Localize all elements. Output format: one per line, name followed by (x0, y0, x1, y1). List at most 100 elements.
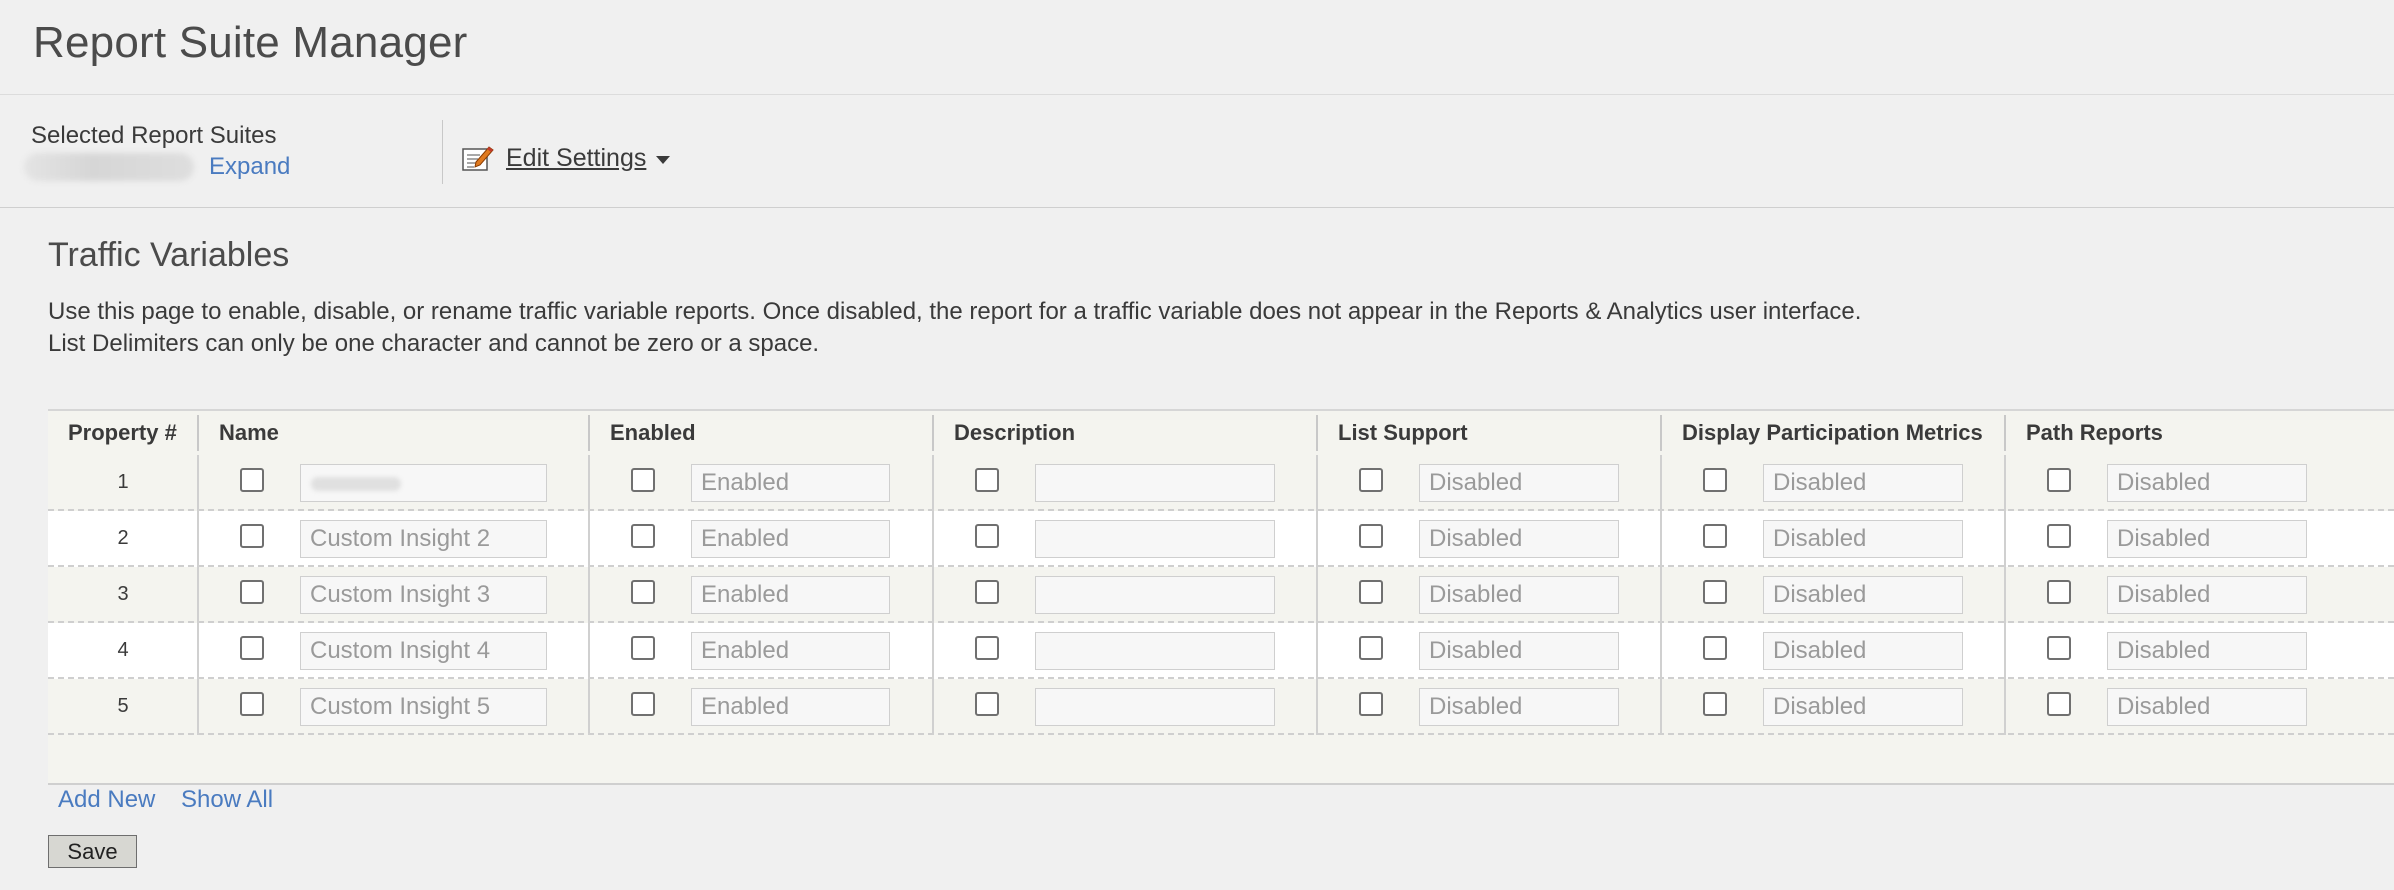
list-support-checkbox[interactable] (1359, 636, 1383, 660)
path-reports-checkbox[interactable] (2047, 692, 2071, 716)
name-checkbox[interactable] (240, 580, 264, 604)
title-bar: Report Suite Manager (0, 0, 2394, 95)
participation-checkbox[interactable] (1703, 524, 1727, 548)
name-checkbox[interactable] (240, 468, 264, 492)
list-support-checkbox[interactable] (1359, 580, 1383, 604)
description-input[interactable] (1035, 632, 1275, 670)
column-line (2004, 455, 2006, 735)
property-number: 1 (117, 471, 129, 493)
participation-select[interactable]: Disabled (1763, 688, 1963, 726)
participation-select[interactable]: Disabled (1763, 632, 1963, 670)
column-header-name: Name (219, 420, 279, 445)
property-number: 2 (117, 527, 129, 549)
name-checkbox[interactable] (240, 524, 264, 548)
column-line (588, 455, 590, 735)
list-support-select[interactable]: Disabled (1419, 520, 1619, 558)
description-checkbox[interactable] (975, 524, 999, 548)
app-title: Report Suite Manager (33, 18, 468, 67)
path-reports-select[interactable]: Disabled (2107, 688, 2307, 726)
name-input[interactable]: Custom Insight 2 (300, 520, 547, 558)
list-support-checkbox[interactable] (1359, 468, 1383, 492)
column-header-description: Description (954, 420, 1076, 445)
list-support-checkbox[interactable] (1359, 692, 1383, 716)
path-reports-select[interactable]: Disabled (2107, 632, 2307, 670)
show-all-link[interactable]: Show All (181, 786, 273, 814)
description-input[interactable] (1035, 464, 1275, 502)
enabled-checkbox[interactable] (631, 692, 655, 716)
description-checkbox[interactable] (975, 636, 999, 660)
participation-select[interactable]: Disabled (1763, 520, 1963, 558)
edit-settings-label: Edit Settings (506, 143, 647, 172)
name-input[interactable]: Custom Insight 3 (300, 576, 547, 614)
participation-checkbox[interactable] (1703, 468, 1727, 492)
description-checkbox[interactable] (975, 468, 999, 492)
grid-header: Property # Name Enabled Description List… (48, 411, 2394, 456)
list-support-select[interactable]: Disabled (1419, 464, 1619, 502)
participation-checkbox[interactable] (1703, 692, 1727, 716)
table-row: 5 Custom Insight 5 Enabled Disabled Disa… (48, 679, 2394, 735)
property-number: 4 (117, 639, 129, 661)
name-checkbox[interactable] (240, 636, 264, 660)
list-support-checkbox[interactable] (1359, 524, 1383, 548)
property-number: 5 (117, 695, 129, 717)
name-checkbox[interactable] (240, 692, 264, 716)
description-input[interactable] (1035, 520, 1275, 558)
column-header-path-reports: Path Reports (2026, 420, 2163, 445)
column-header-enabled: Enabled (610, 420, 696, 445)
report-suite-toolbar: Selected Report Suites Expand Edit Setti… (0, 95, 2394, 208)
selected-suite-name-redacted (24, 153, 194, 181)
description-input[interactable] (1035, 576, 1275, 614)
traffic-variables-grid: Property # Name Enabled Description List… (48, 409, 2394, 785)
participation-checkbox[interactable] (1703, 580, 1727, 604)
edit-settings-menu[interactable]: Edit Settings (462, 143, 671, 173)
table-row: 3 Custom Insight 3 Enabled Disabled Disa… (48, 567, 2394, 623)
table-row: 4 Custom Insight 4 Enabled Disabled Disa… (48, 623, 2394, 679)
column-line (1660, 455, 1662, 735)
section-description-line2: List Delimiters can only be one characte… (48, 330, 820, 357)
name-input[interactable] (300, 464, 547, 502)
description-input[interactable] (1035, 688, 1275, 726)
name-input[interactable]: Custom Insight 4 (300, 632, 547, 670)
participation-select[interactable]: Disabled (1763, 464, 1963, 502)
add-new-link[interactable]: Add New (58, 786, 155, 814)
column-line (932, 455, 934, 735)
path-reports-checkbox[interactable] (2047, 636, 2071, 660)
expand-link[interactable]: Expand (209, 153, 290, 181)
column-line (1316, 455, 1318, 735)
enabled-select[interactable]: Enabled (691, 520, 890, 558)
participation-select[interactable]: Disabled (1763, 576, 1963, 614)
section-description-line1: Use this page to enable, disable, or ren… (48, 298, 1862, 325)
save-button[interactable]: Save (48, 835, 137, 868)
enabled-select[interactable]: Enabled (691, 464, 890, 502)
enabled-checkbox[interactable] (631, 636, 655, 660)
path-reports-select[interactable]: Disabled (2107, 520, 2307, 558)
participation-checkbox[interactable] (1703, 636, 1727, 660)
property-number: 3 (117, 583, 129, 605)
enabled-select[interactable]: Enabled (691, 688, 890, 726)
description-checkbox[interactable] (975, 580, 999, 604)
column-header-list-support: List Support (1338, 420, 1468, 445)
enabled-select[interactable]: Enabled (691, 632, 890, 670)
toolbar-divider (442, 120, 443, 184)
enabled-checkbox[interactable] (631, 468, 655, 492)
selected-report-suites-label: Selected Report Suites (31, 122, 277, 149)
column-header-property: Property # (68, 420, 177, 445)
path-reports-checkbox[interactable] (2047, 468, 2071, 492)
path-reports-select[interactable]: Disabled (2107, 464, 2307, 502)
chevron-down-icon (656, 156, 671, 164)
path-reports-checkbox[interactable] (2047, 580, 2071, 604)
grid-footer-space (48, 735, 2394, 781)
list-support-select[interactable]: Disabled (1419, 632, 1619, 670)
section-title: Traffic Variables (48, 236, 290, 274)
name-input[interactable]: Custom Insight 5 (300, 688, 547, 726)
path-reports-select[interactable]: Disabled (2107, 576, 2307, 614)
list-support-select[interactable]: Disabled (1419, 688, 1619, 726)
description-checkbox[interactable] (975, 692, 999, 716)
path-reports-checkbox[interactable] (2047, 524, 2071, 548)
enabled-checkbox[interactable] (631, 580, 655, 604)
enabled-checkbox[interactable] (631, 524, 655, 548)
enabled-select[interactable]: Enabled (691, 576, 890, 614)
list-support-select[interactable]: Disabled (1419, 576, 1619, 614)
edit-settings-icon (462, 146, 494, 171)
column-line (197, 455, 199, 735)
